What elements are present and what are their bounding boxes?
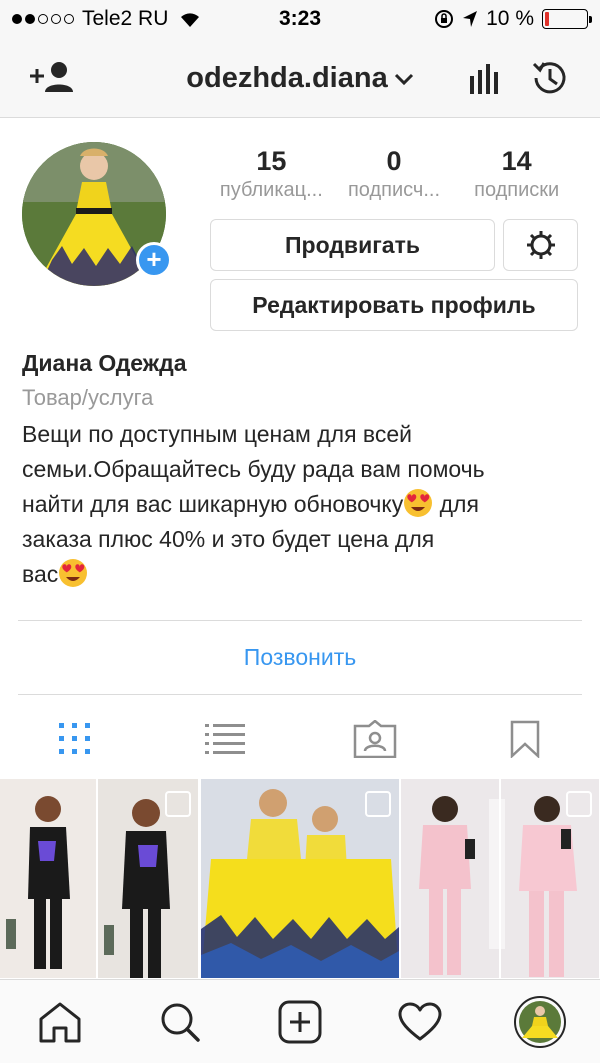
home-icon (39, 1002, 81, 1042)
heart-eyes-emoji-icon (404, 489, 433, 517)
tab-list[interactable] (150, 700, 300, 778)
account-switcher[interactable]: odezhda.diana (0, 62, 600, 95)
post-thumbnail[interactable] (0, 779, 199, 978)
call-button[interactable]: Позвонить (0, 644, 600, 671)
divider (18, 694, 582, 695)
gear-icon (526, 231, 555, 259)
profile-stats: 15 публикац... 0 подписч... 14 подписки (210, 146, 578, 202)
divider (18, 620, 582, 621)
tab-new-post[interactable] (240, 980, 360, 1063)
saved-icon (510, 720, 540, 758)
profile-category: Товар/услуга (22, 385, 154, 410)
list-icon (205, 724, 245, 754)
bio-text: Вещи по доступным ценам для всей семьи.О… (22, 421, 485, 587)
profile-avatar[interactable]: + (22, 142, 172, 288)
settings-button[interactable] (503, 219, 578, 271)
chevron-down-icon (394, 74, 413, 86)
profile-bio: Диана Одежда Товар/услуга Вещи по доступ… (22, 350, 582, 592)
promote-button[interactable]: Продвигать (210, 219, 495, 271)
profile-name: Диана Одежда (22, 350, 187, 376)
multiple-photos-icon (566, 791, 593, 817)
add-post-icon (278, 1000, 322, 1043)
post-thumbnail[interactable] (200, 779, 400, 978)
post-thumbnail[interactable] (401, 779, 600, 978)
posts-grid (0, 779, 600, 978)
location-arrow-icon (463, 11, 478, 27)
add-story-icon[interactable]: + (136, 242, 172, 278)
edit-profile-button[interactable]: Редактировать профиль (210, 279, 578, 331)
battery-icon (542, 9, 592, 29)
bottom-tab-bar (0, 979, 600, 1063)
grid-icon (59, 723, 90, 754)
profile-header-bar: odezhda.diana (0, 38, 600, 118)
tab-profile[interactable] (480, 980, 600, 1063)
posts-count[interactable]: 15 публикац... (210, 146, 333, 202)
following-count[interactable]: 14 подписки (455, 146, 578, 202)
tab-saved[interactable] (450, 700, 600, 778)
status-bar: Tele2 RU 3:23 10 % (0, 0, 600, 38)
username-title: odezhda.diana (186, 62, 388, 94)
followers-count[interactable]: 0 подписч... (333, 146, 456, 202)
tab-activity[interactable] (360, 980, 480, 1063)
profile-avatar-icon (514, 995, 566, 1048)
multiple-photos-icon (164, 791, 191, 817)
tab-search[interactable] (120, 980, 240, 1063)
tab-tagged[interactable] (300, 700, 450, 778)
heart-icon (398, 1002, 442, 1040)
profile-tabs (0, 700, 600, 778)
rotation-lock-icon (435, 10, 454, 28)
tagged-icon (353, 720, 397, 758)
insights-icon[interactable] (468, 62, 500, 94)
multiple-photos-icon (365, 791, 392, 817)
archive-history-icon[interactable] (530, 58, 570, 98)
tab-grid[interactable] (0, 700, 150, 778)
search-icon (161, 1003, 200, 1042)
heart-eyes-emoji-icon (59, 559, 88, 587)
tab-home[interactable] (0, 980, 120, 1063)
battery-percent: 10 % (486, 7, 534, 30)
